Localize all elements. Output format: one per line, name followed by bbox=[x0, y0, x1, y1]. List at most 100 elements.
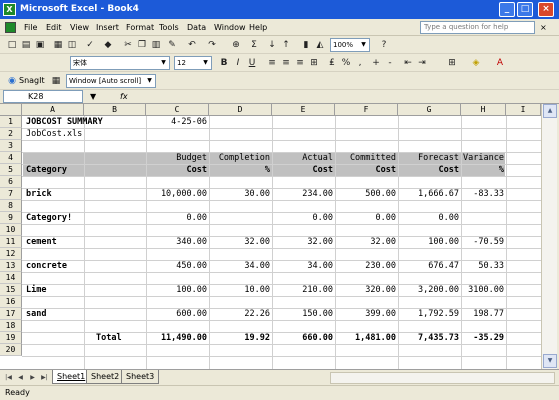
cell-g5[interactable]: Cost bbox=[398, 164, 461, 176]
cell-d13[interactable]: 34.00 bbox=[209, 260, 272, 272]
font-size-select[interactable]: 12 ▼ bbox=[174, 56, 212, 70]
cell-c19[interactable]: 11,490.00 bbox=[146, 332, 209, 344]
row-header[interactable]: 9 bbox=[0, 212, 22, 224]
cell-c13[interactable]: 450.00 bbox=[146, 260, 209, 272]
cell-f19[interactable]: 1,481.00 bbox=[335, 332, 398, 344]
align-right-icon[interactable]: ≡ bbox=[294, 57, 306, 69]
cell-g13[interactable]: 676.47 bbox=[398, 260, 461, 272]
font-color-icon[interactable]: A bbox=[494, 57, 506, 69]
column-header-d[interactable]: D bbox=[209, 104, 272, 116]
currency-icon[interactable]: ₤ bbox=[326, 57, 338, 69]
row-header[interactable]: 5 bbox=[0, 164, 22, 176]
cell-d4[interactable]: Completion bbox=[209, 152, 272, 164]
menu-help[interactable]: Help bbox=[249, 22, 267, 33]
snagit-icon[interactable]: ◉ bbox=[6, 75, 18, 87]
formula-input[interactable] bbox=[136, 91, 536, 103]
cell-a11[interactable]: cement bbox=[26, 236, 84, 248]
cell-e5[interactable]: Cost bbox=[272, 164, 335, 176]
cell-e9[interactable]: 0.00 bbox=[272, 212, 335, 224]
cell-h7[interactable]: -83.33 bbox=[461, 188, 506, 200]
cell-e19[interactable]: 660.00 bbox=[272, 332, 335, 344]
cell-d15[interactable]: 10.00 bbox=[209, 284, 272, 296]
cell-e17[interactable]: 150.00 bbox=[272, 308, 335, 320]
research-icon[interactable]: ◆ bbox=[102, 39, 114, 51]
column-header-a[interactable]: A bbox=[22, 104, 84, 116]
close-button[interactable]: × bbox=[538, 2, 554, 17]
row-header[interactable]: 10 bbox=[0, 224, 22, 236]
prev-sheet-icon[interactable]: ◀ bbox=[16, 373, 25, 383]
menu-format[interactable]: Format bbox=[126, 22, 154, 33]
row-header[interactable]: 15 bbox=[0, 284, 22, 296]
row-header[interactable]: 20 bbox=[0, 344, 22, 356]
cell-h15[interactable]: 3100.00 bbox=[461, 284, 506, 296]
cell-c17[interactable]: 600.00 bbox=[146, 308, 209, 320]
cell-e15[interactable]: 210.00 bbox=[272, 284, 335, 296]
row-header[interactable]: 16 bbox=[0, 296, 22, 308]
name-box-dropdown-icon[interactable]: ▼ bbox=[90, 91, 96, 102]
comma-style-icon[interactable]: , bbox=[354, 57, 366, 69]
cell-g17[interactable]: 1,792.59 bbox=[398, 308, 461, 320]
font-select[interactable]: 宋体 ▼ bbox=[70, 56, 170, 70]
hyperlink-icon[interactable]: ⊕ bbox=[230, 39, 242, 51]
cell-a2[interactable]: JobCost.xls bbox=[26, 128, 144, 140]
cell-d7[interactable]: 30.00 bbox=[209, 188, 272, 200]
underline-icon[interactable]: U bbox=[246, 57, 258, 69]
row-header[interactable]: 18 bbox=[0, 320, 22, 332]
increase-indent-icon[interactable]: ⇥ bbox=[416, 57, 428, 69]
row-header[interactable]: 13 bbox=[0, 260, 22, 272]
percent-icon[interactable]: % bbox=[340, 57, 352, 69]
cell-h4[interactable]: Variance bbox=[461, 152, 506, 164]
cell-f5[interactable]: Cost bbox=[335, 164, 398, 176]
column-header-i[interactable]: I bbox=[506, 104, 541, 116]
open-icon[interactable]: ▤ bbox=[20, 39, 32, 51]
tab-sheet1[interactable]: Sheet1 bbox=[52, 370, 91, 384]
cell-a17[interactable]: sand bbox=[26, 308, 84, 320]
help-search-input[interactable]: Type a question for help bbox=[420, 21, 535, 34]
last-sheet-icon[interactable]: ▶| bbox=[40, 373, 49, 383]
cell-a9[interactable]: Category! bbox=[26, 212, 84, 224]
cell-h17[interactable]: 198.77 bbox=[461, 308, 506, 320]
first-sheet-icon[interactable]: |◀ bbox=[4, 373, 13, 383]
cell-g19[interactable]: 7,435.73 bbox=[398, 332, 461, 344]
cell-e7[interactable]: 234.00 bbox=[272, 188, 335, 200]
cut-icon[interactable]: ✂ bbox=[122, 39, 134, 51]
sort-ascending-icon[interactable]: ↓ bbox=[266, 39, 278, 51]
decrease-decimal-icon[interactable]: - bbox=[384, 57, 396, 69]
cell-a5[interactable]: Category bbox=[26, 164, 84, 176]
minimize-button[interactable]: _ bbox=[499, 2, 515, 17]
row-header[interactable]: 8 bbox=[0, 200, 22, 212]
cell-e11[interactable]: 32.00 bbox=[272, 236, 335, 248]
row-header[interactable]: 14 bbox=[0, 272, 22, 284]
save-icon[interactable]: ▣ bbox=[34, 39, 46, 51]
paste-icon[interactable]: ▥ bbox=[150, 39, 162, 51]
spelling-icon[interactable]: ✓ bbox=[84, 39, 96, 51]
print-preview-icon[interactable]: ◫ bbox=[66, 39, 78, 51]
scroll-up-icon[interactable]: ▲ bbox=[543, 104, 557, 118]
cell-f9[interactable]: 0.00 bbox=[335, 212, 398, 224]
row-header[interactable]: 7 bbox=[0, 188, 22, 200]
cell-c9[interactable]: 0.00 bbox=[146, 212, 209, 224]
menu-window[interactable]: Window bbox=[214, 22, 246, 33]
cell-f11[interactable]: 32.00 bbox=[335, 236, 398, 248]
tab-sheet2[interactable]: Sheet2 bbox=[86, 370, 125, 384]
borders-icon[interactable]: ⊞ bbox=[446, 57, 458, 69]
menu-view[interactable]: View bbox=[70, 22, 89, 33]
print-icon[interactable]: ▦ bbox=[52, 39, 64, 51]
snagit-button[interactable]: SnagIt bbox=[19, 75, 45, 86]
cell-f13[interactable]: 230.00 bbox=[335, 260, 398, 272]
menu-file[interactable]: File bbox=[24, 22, 37, 33]
cell-d5[interactable]: % bbox=[209, 164, 272, 176]
row-header[interactable]: 11 bbox=[0, 236, 22, 248]
spreadsheet-grid[interactable]: A B C D E F G H I 1 2 3 4 5 6 7 8 9 10 1… bbox=[0, 104, 541, 369]
cell-e13[interactable]: 34.00 bbox=[272, 260, 335, 272]
italic-icon[interactable]: I bbox=[232, 57, 244, 69]
cell-g15[interactable]: 3,200.00 bbox=[398, 284, 461, 296]
cell-h11[interactable]: -70.59 bbox=[461, 236, 506, 248]
close-workbook-icon[interactable]: × bbox=[540, 22, 547, 33]
scroll-down-icon[interactable]: ▼ bbox=[543, 354, 557, 368]
cell-c5[interactable]: Cost bbox=[146, 164, 209, 176]
column-header-b[interactable]: B bbox=[84, 104, 146, 116]
chart-wizard-icon[interactable]: ▮ bbox=[300, 39, 312, 51]
column-header-g[interactable]: G bbox=[398, 104, 461, 116]
cell-h19[interactable]: -35.29 bbox=[461, 332, 506, 344]
